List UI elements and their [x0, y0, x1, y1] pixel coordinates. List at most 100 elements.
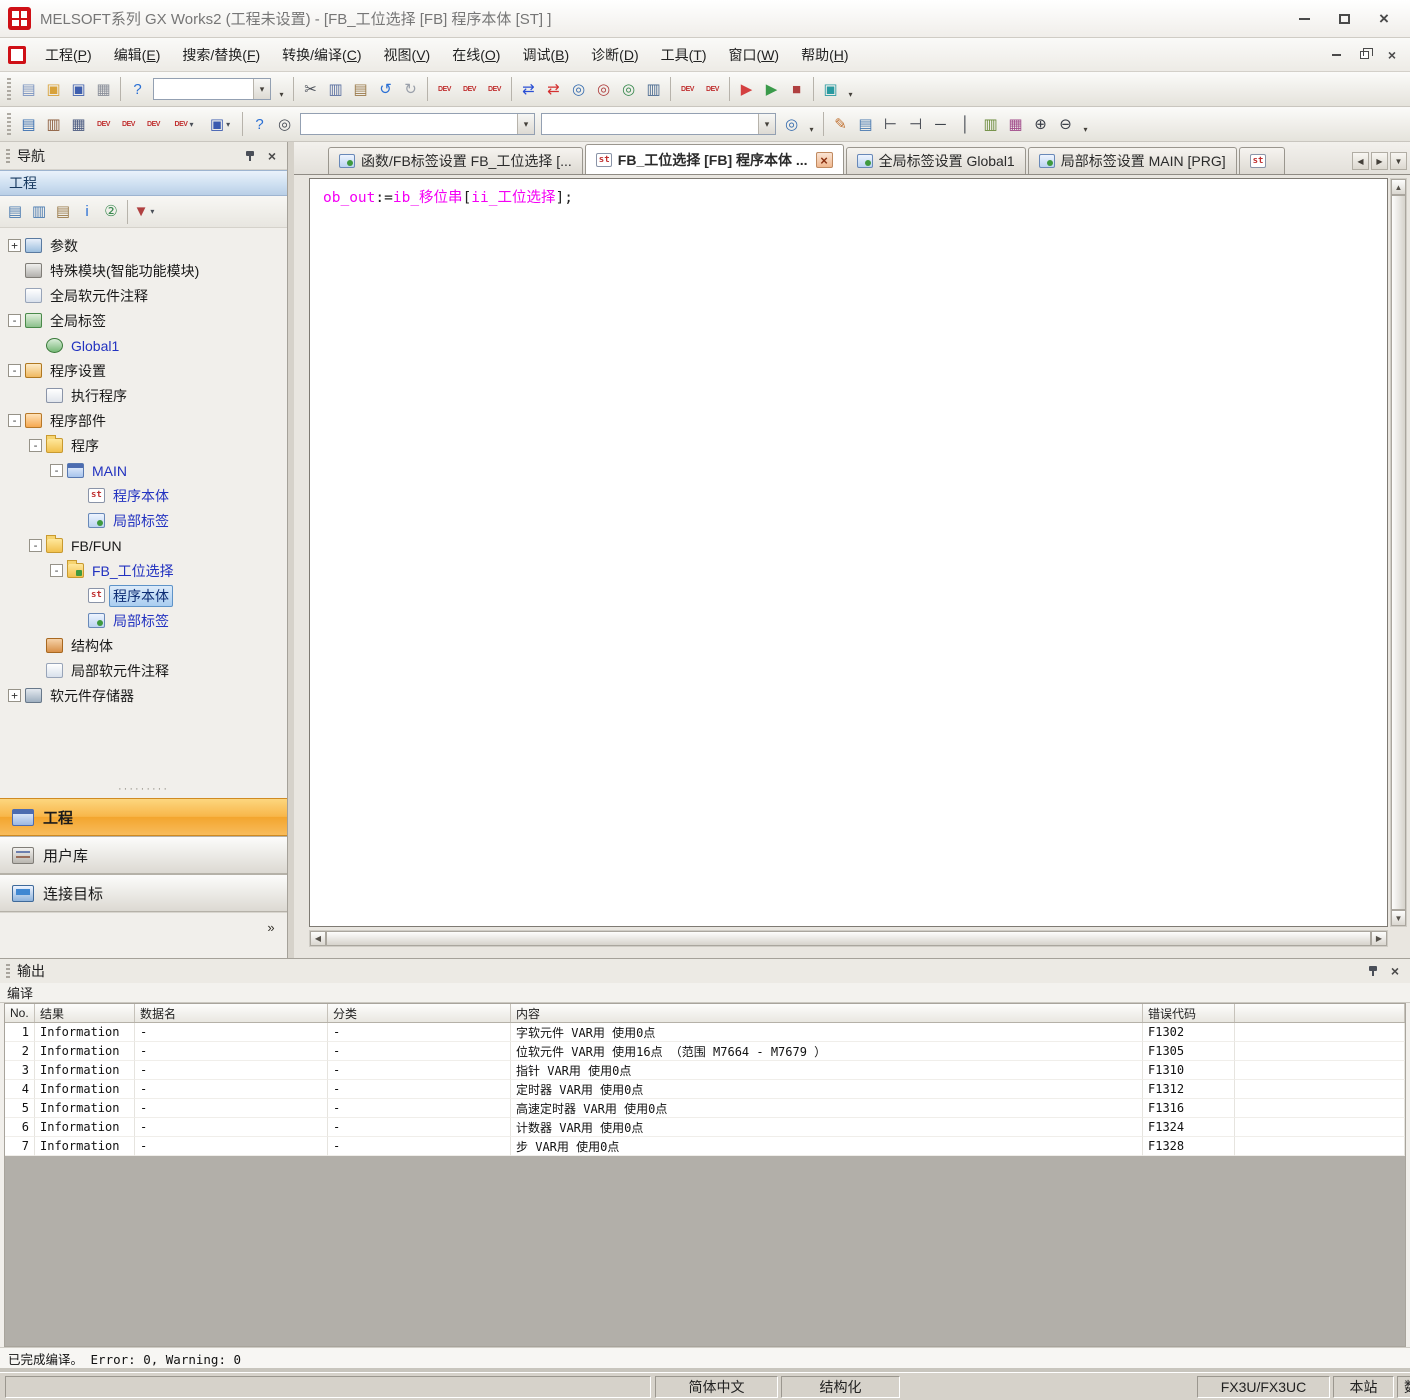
output-column-header[interactable]: 分类	[328, 1004, 511, 1022]
device-find-button[interactable]: ◎	[616, 77, 641, 102]
tree-collapse-icon[interactable]: -	[50, 564, 63, 577]
tree-item[interactable]: -程序设置	[0, 358, 287, 383]
menu-item[interactable]: 转换/编译(C)	[271, 38, 372, 71]
paste-button[interactable]: ▤	[348, 77, 373, 102]
menu-item[interactable]: 诊断(D)	[580, 38, 649, 71]
paste-data-button[interactable]: ▤	[51, 200, 75, 224]
maximize-button[interactable]	[1326, 6, 1362, 32]
navigation-window-button[interactable]: ▤	[16, 112, 41, 137]
scroll-up-button[interactable]: ▲	[1391, 179, 1406, 195]
copy-data-button[interactable]: ▥	[27, 200, 51, 224]
scroll-down-button[interactable]: ▼	[1391, 910, 1406, 926]
ladder-symbol-close-button[interactable]: ⊣	[903, 112, 928, 137]
zoom-in-button[interactable]: ⊕	[1028, 112, 1053, 137]
dropdown-arrow-icon[interactable]: ▾	[253, 79, 270, 99]
sort-filter-button[interactable]: ▼▾	[132, 200, 156, 224]
tree-item[interactable]: -全局标签	[0, 308, 287, 333]
horizontal-scroll-thumb[interactable]	[326, 931, 1371, 946]
device-statement-button[interactable]: DEV	[457, 77, 482, 102]
open-project-button[interactable]: ▣	[41, 77, 66, 102]
tab-list-button[interactable]: ▼	[1390, 152, 1407, 170]
document-tab[interactable]: 全局标签设置 Global1	[846, 147, 1026, 174]
new-project-button[interactable]: ▤	[16, 77, 41, 102]
label-comment-display-dropdown-icon[interactable]: ▾	[226, 120, 230, 129]
help-button[interactable]: ?	[247, 112, 272, 137]
scroll-left-button[interactable]: ◀	[310, 931, 326, 946]
sort-filter-dropdown-icon[interactable]: ▾	[150, 207, 154, 216]
tree-item[interactable]: -程序	[0, 433, 287, 458]
tree-item[interactable]: -程序部件	[0, 408, 287, 433]
tree-item[interactable]: 结构体	[0, 633, 287, 658]
output-close-button[interactable]: ×	[1386, 962, 1404, 980]
menu-item[interactable]: 编辑(E)	[103, 38, 172, 71]
tree-item[interactable]: 程序本体	[0, 583, 287, 608]
device-display-batch-dropdown-icon[interactable]: ▾	[189, 120, 193, 129]
find-next-button[interactable]: ◎	[779, 112, 804, 137]
tree-item[interactable]: +参数	[0, 233, 287, 258]
output-row[interactable]: 6Information--计数器 VAR用 使用0点F1324	[5, 1118, 1405, 1137]
tree-item[interactable]: -MAIN	[0, 458, 287, 483]
output-column-header[interactable]: 结果	[35, 1004, 135, 1022]
output-compile-tab[interactable]: 编译	[0, 983, 1410, 1003]
vertical-scrollbar[interactable]: ▲ ▼	[1390, 178, 1407, 927]
nav-button-project[interactable]: 工程	[0, 798, 287, 836]
window-select-combo[interactable]: ▾	[153, 78, 271, 100]
nav-button-connection-target[interactable]: 连接目标	[0, 874, 287, 912]
tree-item[interactable]: 特殊模块(智能功能模块)	[0, 258, 287, 283]
simple-display-toggle-button[interactable]: ②	[99, 200, 123, 224]
tree-item[interactable]: +软元件存储器	[0, 683, 287, 708]
save-project-button[interactable]: ▣	[66, 77, 91, 102]
redo-button[interactable]: ↻	[398, 77, 423, 102]
tree-collapse-icon[interactable]: -	[29, 539, 42, 552]
nav-button-user-library[interactable]: 用户库	[0, 836, 287, 874]
tree-item[interactable]: 全局软元件注释	[0, 283, 287, 308]
tree-collapse-icon[interactable]: -	[29, 439, 42, 452]
tree-expand-icon[interactable]: +	[8, 689, 21, 702]
menu-item[interactable]: 窗口(W)	[718, 38, 791, 71]
tab-close-icon[interactable]: ×	[816, 152, 833, 168]
menu-item[interactable]: 调试(B)	[511, 38, 580, 71]
mdi-minimize-button[interactable]	[1326, 46, 1346, 64]
toolbar-grip[interactable]	[7, 113, 11, 135]
find-target-combo[interactable]: ▾	[300, 113, 535, 135]
toolbar-overflow-button[interactable]: ▾	[804, 112, 819, 137]
tree-collapse-icon[interactable]: -	[8, 364, 21, 377]
navigation-close-button[interactable]: ×	[263, 147, 281, 165]
tree-collapse-icon[interactable]: -	[8, 314, 21, 327]
mdi-close-button[interactable]: ×	[1382, 46, 1402, 64]
tree-item[interactable]: 局部标签	[0, 508, 287, 533]
tree-collapse-icon[interactable]: -	[50, 464, 63, 477]
monitor-start-button[interactable]: ◎	[566, 77, 591, 102]
more-buttons-chevron[interactable]: »	[261, 918, 281, 936]
statement-display-button[interactable]: DEV	[116, 112, 141, 137]
copy-button[interactable]: ▥	[323, 77, 348, 102]
online-program-change-button[interactable]: ▶	[734, 77, 759, 102]
horizontal-scrollbar[interactable]: ◀ ▶	[309, 930, 1388, 947]
simulation-start-button[interactable]: ▶	[759, 77, 784, 102]
menu-item[interactable]: 工具(T)	[650, 38, 718, 71]
output-row[interactable]: 7Information--步 VAR用 使用0点F1328	[5, 1137, 1405, 1156]
output-column-header[interactable]: No.	[5, 1004, 35, 1022]
comment-edit-button[interactable]: ▥	[978, 112, 1003, 137]
tree-collapse-icon[interactable]: -	[8, 414, 21, 427]
menu-item[interactable]: 工程(P)	[34, 38, 103, 71]
tree-item[interactable]: Global1	[0, 333, 287, 358]
panel-grip[interactable]	[6, 149, 10, 163]
menu-item[interactable]: 视图(V)	[373, 38, 442, 71]
dropdown-arrow-icon[interactable]: ▾	[517, 114, 534, 134]
toolbar-overflow-button[interactable]: ▾	[274, 77, 289, 102]
device-comment-button[interactable]: DEV	[432, 77, 457, 102]
cut-button[interactable]: ✂	[298, 77, 323, 102]
auto-hide-pin-button[interactable]	[1364, 962, 1382, 980]
output-row[interactable]: 3Information--指针 VAR用 使用0点F1310	[5, 1061, 1405, 1080]
menu-item[interactable]: 搜索/替换(F)	[171, 38, 271, 71]
device-test-button[interactable]: DEV	[700, 77, 725, 102]
document-tab[interactable]	[1239, 147, 1285, 174]
ladder-symbol-open-button[interactable]: ⊢	[878, 112, 903, 137]
menu-item[interactable]: 帮助(H)	[790, 38, 859, 71]
tab-scroll-left-button[interactable]: ◀	[1352, 152, 1369, 170]
output-row[interactable]: 4Information--定时器 VAR用 使用0点F1312	[5, 1080, 1405, 1099]
toolbar-overflow-button[interactable]: ▾	[843, 77, 858, 102]
label-comment-display-button[interactable]: ▣▾	[202, 112, 238, 137]
program-check-button[interactable]: ?	[125, 77, 150, 102]
